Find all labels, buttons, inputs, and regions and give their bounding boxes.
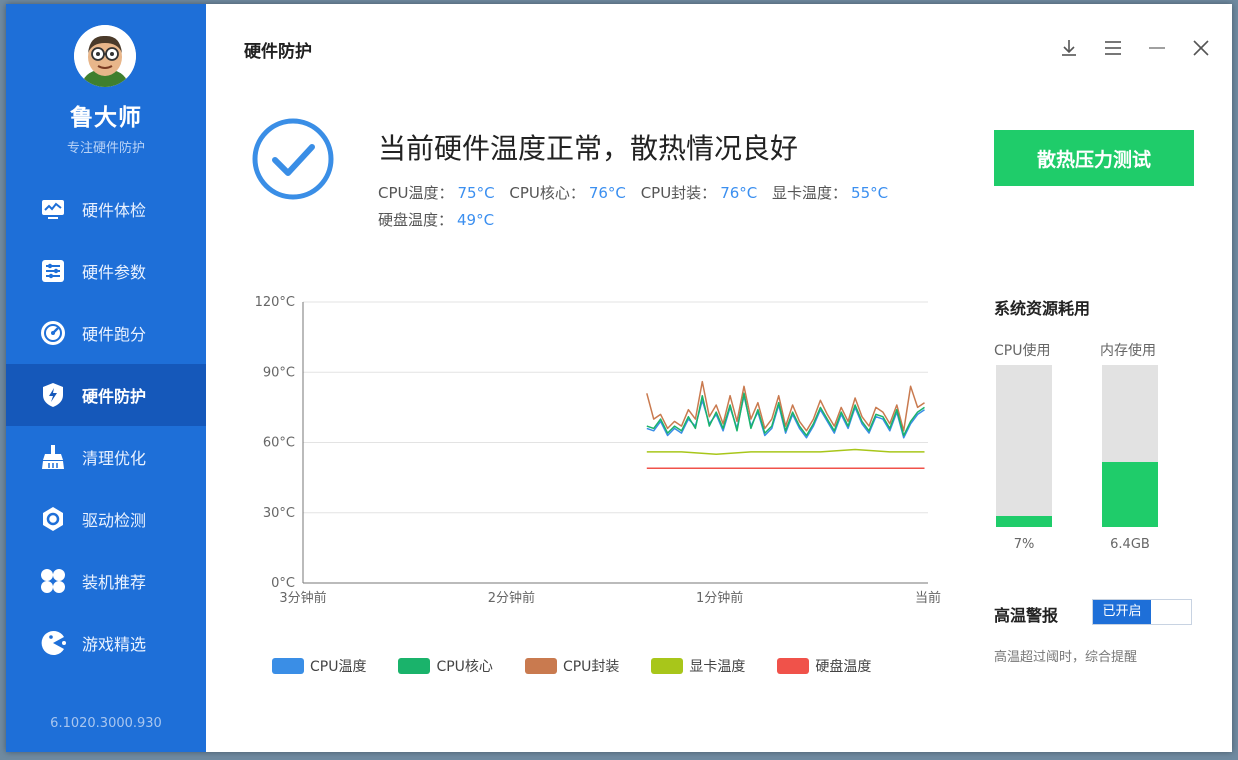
temp-value: 49°C — [457, 211, 495, 229]
resources-title: 系统资源耗用 — [994, 299, 1091, 318]
legend-swatch — [272, 658, 304, 674]
memory-usage-label: 内存使用 — [1100, 343, 1156, 359]
status-headline: 当前硬件温度正常，散热情况良好 — [378, 132, 799, 165]
brand-tagline: 专注硬件防护 — [66, 141, 145, 156]
legend-item-disk-temp: 硬盘温度 — [777, 656, 871, 676]
sidebar-item-game-picks[interactable]: 游戏精选 — [6, 612, 206, 674]
temp-value: 75°C — [457, 184, 495, 202]
stress-test-button[interactable]: 散热压力测试 — [994, 130, 1194, 186]
sidebar-item-hardware-check[interactable]: 硬件体检 — [6, 178, 206, 240]
temp-value: 76°C — [588, 184, 626, 202]
temp-value: 76°C — [720, 184, 758, 202]
sidebar-item-label: 硬件参数 — [82, 263, 147, 282]
temperature-chart: 120°C 90°C 60°C 30°C 0°C3分钟前 2分钟前 1分钟前 当前 — [255, 295, 941, 606]
temp-item-cpu-core: CPU核心： 76°C — [509, 184, 626, 202]
sidebar-item-label: 装机推荐 — [82, 573, 147, 592]
legend-label: CPU封装 — [562, 659, 620, 675]
toggle-on-state: 已开启 — [1093, 600, 1151, 624]
x-tick-label: 当前 — [915, 590, 941, 606]
monitor-icon — [42, 200, 64, 219]
y-tick-label: 30°C — [263, 506, 295, 521]
x-tick-label: 3分钟前 — [279, 590, 326, 606]
legend-swatch — [524, 658, 557, 674]
sidebar-item-hardware-benchmark[interactable]: 硬件跑分 — [6, 302, 206, 364]
temp-item-disk: 硬盘温度： 49°C — [378, 211, 494, 229]
chart-legend: CPU温度 CPU核心 CPU封装 显卡温度 硬盘温度 — [272, 656, 903, 676]
sidebar-item-label: 游戏精选 — [82, 635, 147, 654]
cpu-usage-bar — [996, 365, 1052, 527]
x-tick-label: 1分钟前 — [696, 590, 743, 606]
legend-label: CPU核心 — [436, 659, 493, 675]
memory-usage-bar — [1102, 365, 1158, 527]
shield-icon — [43, 383, 63, 407]
pacman-icon — [41, 631, 66, 655]
y-tick-label: 60°C — [263, 436, 295, 451]
sidebar-item-build-recommend[interactable]: 装机推荐 — [6, 550, 206, 612]
version-label: 6.1020.3000.930 — [50, 716, 162, 731]
temp-label: 显卡温度： — [772, 184, 848, 202]
memory-usage-fill — [1102, 462, 1158, 527]
legend-label: 显卡温度 — [689, 659, 746, 675]
legend-swatch — [398, 658, 431, 674]
high-temp-alarm-description: 高温超过阈时，综合提醒 — [994, 650, 1138, 665]
speedometer-icon — [41, 321, 65, 345]
avatar — [74, 25, 136, 87]
menu-icon[interactable] — [1102, 37, 1124, 59]
temp-label: 硬盘温度： — [378, 211, 454, 229]
y-tick-label: 0°C — [271, 576, 295, 591]
legend-item-cpu-temp: CPU温度 — [272, 656, 366, 676]
temperature-readouts: CPU温度： 75°C CPU核心： 76°C CPU封装： 76°C 显卡温度： 55… — [378, 180, 948, 234]
legend-swatch — [651, 658, 684, 674]
x-tick-label: 2分钟前 — [488, 590, 535, 606]
high-temp-alarm-toggle[interactable]: 已开启 — [1092, 599, 1192, 625]
download-icon[interactable] — [1058, 37, 1080, 59]
check-circle-icon — [252, 118, 334, 200]
cpu-usage-value: 7% — [1013, 537, 1035, 552]
sidebar-item-label: 硬件防护 — [82, 387, 147, 406]
gear-icon — [43, 507, 63, 531]
temp-label: CPU温度： — [378, 184, 454, 202]
app-window: 鲁大师 专注硬件防护 硬件体检 硬件参数 硬件跑分 硬件防护 清理优化 驱动检测… — [6, 4, 1232, 752]
sidebar-item-driver-check[interactable]: 驱动检测 — [6, 488, 206, 550]
high-temp-alarm-label: 高温警报 — [994, 606, 1059, 625]
grid-icon — [41, 569, 65, 593]
temp-label: CPU核心： — [509, 184, 585, 202]
memory-usage-value: 6.4GB — [1110, 537, 1150, 552]
broom-icon — [42, 445, 64, 469]
brand-title: 鲁大师 — [70, 105, 142, 131]
sidebar-item-label: 硬件跑分 — [82, 325, 147, 344]
legend-item-cpu-package: CPU封装 — [524, 656, 620, 676]
close-icon[interactable] — [1190, 37, 1212, 59]
series-line — [646, 380, 925, 432]
legend-label: 硬盘温度 — [815, 659, 872, 675]
y-tick-label: 90°C — [263, 365, 295, 380]
temp-item-cpu-package: CPU封装： 76°C — [641, 184, 758, 202]
y-tick-label: 120°C — [255, 295, 295, 310]
legend-label: CPU温度 — [310, 659, 367, 675]
temp-item-cpu: CPU温度： 75°C — [378, 184, 495, 202]
minimize-icon[interactable] — [1146, 37, 1168, 59]
sliders-icon — [42, 260, 64, 282]
legend-swatch — [777, 658, 810, 674]
sidebar: 鲁大师 专注硬件防护 硬件体检 硬件参数 硬件跑分 硬件防护 清理优化 驱动检测… — [6, 4, 206, 752]
series-line — [646, 448, 925, 455]
legend-item-gpu-temp: 显卡温度 — [651, 656, 745, 676]
temp-item-gpu: 显卡温度： 55°C — [772, 184, 888, 202]
sidebar-item-cleanup[interactable]: 清理优化 — [6, 426, 206, 488]
sidebar-item-label: 清理优化 — [82, 449, 147, 468]
temp-value: 55°C — [851, 184, 889, 202]
legend-item-cpu-core: CPU核心 — [398, 656, 493, 676]
sidebar-item-hardware-params[interactable]: 硬件参数 — [6, 240, 206, 302]
sidebar-item-label: 驱动检测 — [82, 511, 147, 530]
cpu-usage-fill — [996, 515, 1052, 527]
series-line — [646, 392, 925, 437]
mascot-icon — [74, 25, 136, 87]
sidebar-item-hardware-protection[interactable]: 硬件防护 — [6, 364, 206, 426]
cpu-usage-label: CPU使用 — [994, 343, 1051, 359]
page-title: 硬件防护 — [244, 42, 312, 62]
temp-label: CPU封装： — [640, 184, 717, 202]
sidebar-item-label: 硬件体检 — [82, 201, 147, 220]
